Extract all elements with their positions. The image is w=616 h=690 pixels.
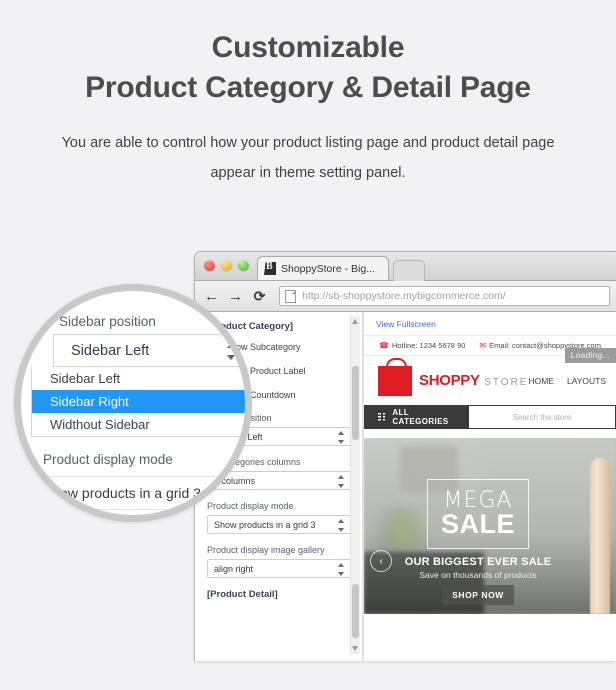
- scrollbar-thumb-secondary[interactable]: [352, 584, 359, 638]
- shopping-bag-logo-icon: [378, 357, 412, 396]
- settings-panel-scrollbar[interactable]: [350, 316, 360, 654]
- scrollbar-thumb[interactable]: [352, 366, 359, 440]
- nav-item-layouts[interactable]: LAYOUTS: [567, 376, 606, 386]
- dropdown-option-without-sidebar[interactable]: Widthout Sidebar: [32, 413, 245, 436]
- browser-window: ShoppyStore - Big... ← → ⟳ http://sb-sho…: [194, 251, 616, 661]
- hero-banner-slide: MEGA SALE OUR BIGGEST EVER SALE Save on …: [364, 438, 616, 614]
- storefront-preview: View Fullscreen ☎ Hotline: 1234 5678 90 ✉…: [363, 312, 616, 661]
- store-nav: HOME LAYOUTS: [528, 376, 610, 386]
- select-value: align right: [214, 563, 254, 574]
- close-window-icon[interactable]: [204, 260, 215, 271]
- store-top-bar: ☎ Hotline: 1234 5678 90 ✉ Email: contact@s…: [364, 336, 616, 363]
- dropdown-option-sidebar-left[interactable]: Sidebar Left: [32, 367, 245, 390]
- magnified-select-sidebar-position[interactable]: Sidebar Left: [53, 334, 243, 367]
- bigcommerce-favicon-icon: [264, 262, 276, 275]
- browser-title-bar: ShoppyStore - Big...: [195, 252, 616, 281]
- all-categories-label: ALL CATEGORIES: [392, 408, 449, 426]
- page-title-line-2: Product Category & Detail Page: [85, 71, 531, 104]
- stepper-arrows-icon[interactable]: [338, 519, 345, 532]
- minimize-window-icon[interactable]: [221, 260, 232, 271]
- store-hotline-text: Hotline: 1234 5678 90: [392, 341, 466, 350]
- scroll-up-icon[interactable]: [352, 319, 358, 324]
- scroll-down-icon[interactable]: [352, 646, 358, 651]
- new-tab-button[interactable]: [393, 260, 425, 281]
- setting-label-product-display-image-gallery: Product display image gallery: [207, 545, 325, 555]
- address-bar-url: http://sb-shoppystore.mybigcommerce.com/: [302, 290, 506, 302]
- stepper-arrows-icon[interactable]: [338, 431, 345, 444]
- view-fullscreen-link[interactable]: View Fullscreen: [364, 312, 616, 336]
- window-controls[interactable]: [204, 260, 249, 271]
- banner-sale-text: SALE: [440, 509, 515, 539]
- phone-icon: ☎: [379, 341, 390, 350]
- store-logo[interactable]: SHOPPY STORE: [419, 372, 528, 390]
- magnified-divider: [35, 476, 245, 477]
- nav-item-home[interactable]: HOME: [528, 376, 554, 386]
- stepper-arrows-icon[interactable]: [338, 563, 345, 576]
- magnified-value-product-display-mode[interactable]: Show products in a grid 3: [43, 485, 201, 501]
- page-subtitle-line-2: appear in theme setting panel.: [210, 165, 406, 181]
- store-category-bar: ALL CATEGORIES Search the store: [364, 405, 616, 429]
- settings-section-product-detail: [Product Detail]: [207, 589, 278, 600]
- banner-lamp: [590, 458, 610, 614]
- store-search-input[interactable]: Search the store: [468, 405, 616, 429]
- all-categories-button[interactable]: ALL CATEGORIES: [364, 405, 468, 429]
- magnified-field-label: Sidebar position: [59, 314, 156, 329]
- store-search-placeholder: Search the store: [512, 412, 572, 422]
- logo-secondary-text: STORE: [484, 376, 529, 388]
- hamburger-grid-icon: [378, 413, 386, 421]
- mail-icon: ✉: [479, 341, 487, 350]
- magnifier-content: Sidebar position Sidebar Left Sidebar Le…: [21, 291, 245, 515]
- magnified-divider-secondary: [51, 509, 245, 510]
- select-product-display-mode[interactable]: Show products in a grid 3: [207, 515, 352, 534]
- stepper-arrows-icon[interactable]: [338, 475, 345, 488]
- reload-icon[interactable]: ⟳: [249, 286, 270, 307]
- browser-tab[interactable]: ShoppyStore - Big...: [257, 256, 389, 280]
- select-value: Show products in a grid 3: [214, 519, 316, 530]
- page-title-line-1: Customizable: [211, 31, 405, 64]
- banner-subline: Save on thousands of products: [419, 570, 537, 580]
- stepper-arrows-icon[interactable]: [227, 343, 236, 360]
- page-subtitle-line-1: You are able to control how your product…: [61, 135, 555, 151]
- page-subtitle: You are able to control how your product…: [0, 108, 616, 188]
- loading-badge: Loading...: [564, 348, 616, 363]
- maximize-window-icon[interactable]: [238, 260, 249, 271]
- page-document-icon: [285, 289, 296, 303]
- dropdown-option-sidebar-right[interactable]: Sidebar Right: [32, 390, 245, 413]
- magnified-label-product-display-mode: Product display mode: [43, 452, 173, 467]
- preview-spacer: [364, 429, 616, 438]
- banner-tagline: OUR BIGGEST EVER SALE: [404, 556, 552, 568]
- store-header: SHOPPY STORE HOME LAYOUTS: [364, 356, 616, 405]
- carousel-prev-icon[interactable]: ‹: [370, 550, 392, 572]
- shop-now-button[interactable]: SHOP NOW: [442, 585, 514, 605]
- magnified-dropdown-options[interactable]: Sidebar Left Sidebar Right Widthout Side…: [31, 367, 245, 437]
- page-title: Customizable Product Category & Detail P…: [0, 0, 616, 108]
- browser-toolbar: ← → ⟳ http://sb-shoppystore.mybigcommerc…: [195, 281, 616, 312]
- address-bar[interactable]: http://sb-shoppystore.mybigcommerce.com/: [279, 286, 610, 306]
- logo-primary-text: SHOPPY: [419, 371, 480, 389]
- browser-viewport: [Product Category] Show Subcategory Show…: [195, 312, 616, 661]
- store-hotline: ☎ Hotline: 1234 5678 90: [379, 341, 465, 350]
- magnified-select-value: Sidebar Left: [71, 342, 150, 359]
- browser-tab-label: ShoppyStore - Big...: [281, 262, 375, 275]
- magnifier-lens: Sidebar position Sidebar Left Sidebar Le…: [14, 284, 252, 522]
- hero-section: Customizable Product Category & Detail P…: [0, 0, 616, 188]
- banner-headline-box: MEGA SALE: [427, 479, 529, 549]
- select-product-display-image-gallery[interactable]: align right: [207, 559, 352, 578]
